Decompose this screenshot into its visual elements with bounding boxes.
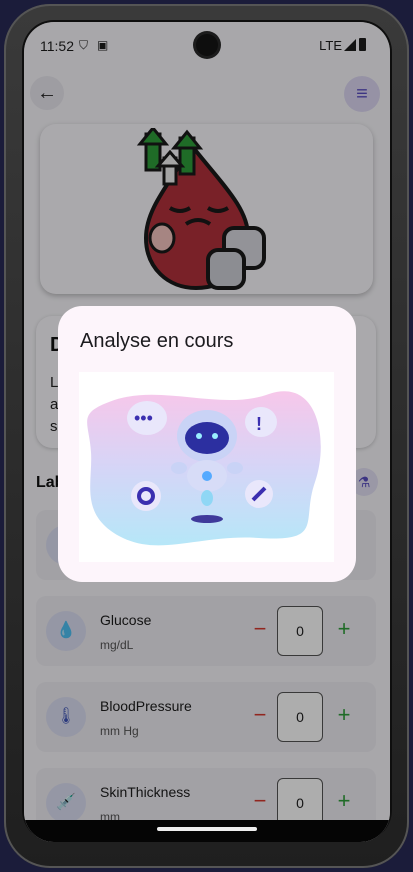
robot-analysis-illustration: ••• ! bbox=[79, 372, 334, 562]
dialog-title: Analyse en cours bbox=[80, 330, 234, 352]
analysis-dialog: Analyse en cours ••• ! bbox=[58, 306, 356, 582]
navigation-bar bbox=[24, 820, 390, 842]
home-gesture-pill[interactable] bbox=[157, 827, 257, 831]
svg-text:!: ! bbox=[256, 414, 262, 434]
app-screen: 11:52 ⛉ ▣ LTE ← ≡ D L a bbox=[24, 22, 390, 842]
svg-text:•••: ••• bbox=[134, 408, 153, 428]
